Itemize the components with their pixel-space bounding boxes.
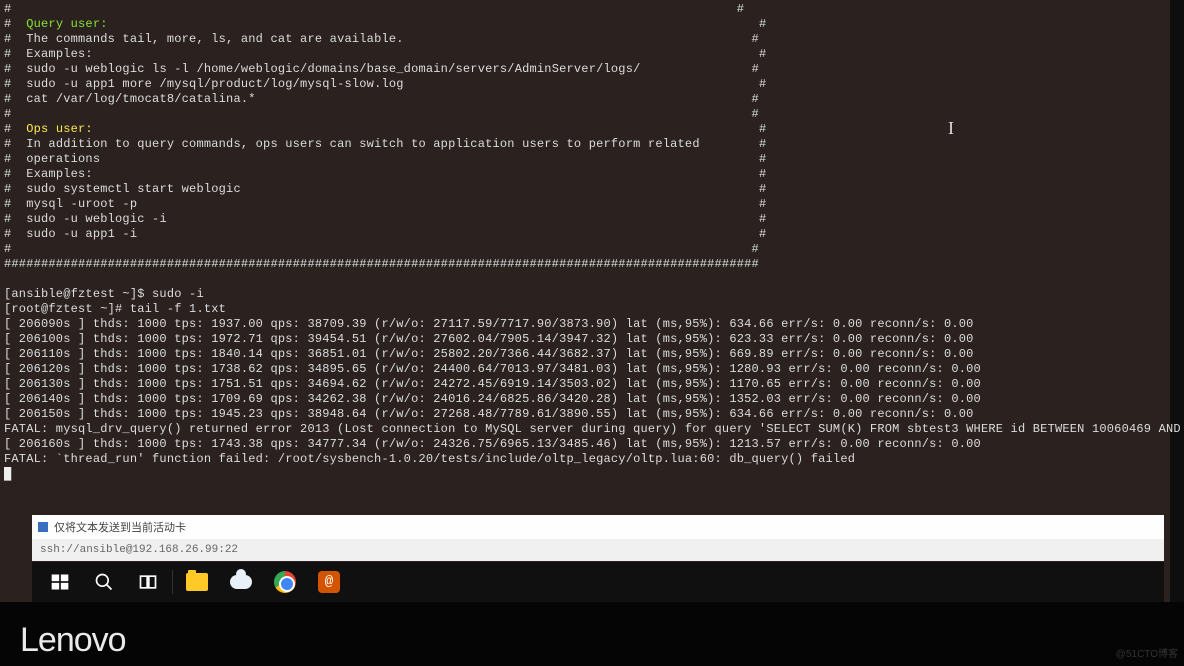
log-line: [ 206160s ] thds: 1000 tps: 1743.38 qps:… <box>4 437 981 451</box>
query-example-3: cat /var/log/tmocat8/catalina.* <box>26 92 255 106</box>
text-cursor-icon: I <box>948 118 954 139</box>
terminal-output[interactable]: # # # Query user: <box>0 0 1170 510</box>
ops-user-title: Ops user: <box>26 122 93 136</box>
log-line: [ 206130s ] thds: 1000 tps: 1751.51 qps:… <box>4 377 981 391</box>
examples-label-1: Examples: <box>26 47 93 61</box>
ssh-status-bar: ssh://ansible@192.168.26.99:22 <box>32 539 1164 561</box>
ops-example-4: sudo -u app1 -i <box>26 227 137 241</box>
screen-area: # # # Query user: <box>0 0 1170 602</box>
search-icon <box>94 572 114 592</box>
ops-desc-1: In addition to query commands, ops users… <box>26 137 700 151</box>
cloud-icon <box>230 575 252 589</box>
monitor-bezel: Lenovo <box>0 602 1184 666</box>
query-user-title: Query user: <box>26 17 107 31</box>
task-view-button[interactable] <box>126 562 170 602</box>
windows-icon <box>50 572 70 592</box>
log-line: [ 206100s ] thds: 1000 tps: 1972.71 qps:… <box>4 332 974 346</box>
log-line-fatal: FATAL: mysql_drv_query() returned error … <box>4 422 1184 436</box>
hash-rule: ########################################… <box>4 257 759 271</box>
log-line: [ 206150s ] thds: 1000 tps: 1945.23 qps:… <box>4 407 974 421</box>
cmd-tail: tail -f 1.txt <box>130 302 226 316</box>
watermark-text: @51CTO博客 <box>1116 645 1178 660</box>
ops-example-1: sudo systemctl start weblogic <box>26 182 241 196</box>
log-line: [ 206120s ] thds: 1000 tps: 1738.62 qps:… <box>4 362 981 376</box>
file-explorer-button[interactable] <box>175 562 219 602</box>
log-line: [ 206140s ] thds: 1000 tps: 1709.69 qps:… <box>4 392 981 406</box>
xshell-button[interactable]: @ <box>307 562 351 602</box>
ssh-address: ssh://ansible@192.168.26.99:22 <box>40 544 238 556</box>
ops-example-3: sudo -u weblogic -i <box>26 212 167 226</box>
chrome-icon <box>274 571 296 593</box>
chrome-button[interactable] <box>263 562 307 602</box>
snail-icon: @ <box>318 571 340 593</box>
query-example-2: sudo -u app1 more /mysql/product/log/mys… <box>26 77 403 91</box>
search-button[interactable] <box>82 562 126 602</box>
tab-indicator-icon <box>38 522 48 532</box>
taskbar-separator <box>172 570 173 594</box>
tab-label: 仅将文本发送到当前活动卡 <box>54 519 186 535</box>
log-line: [ 206110s ] thds: 1000 tps: 1840.14 qps:… <box>4 347 974 361</box>
prompt-root: [root@fztest ~]# <box>4 302 130 316</box>
start-button[interactable] <box>38 562 82 602</box>
cloud-app-button[interactable] <box>219 562 263 602</box>
session-tab-bar[interactable]: 仅将文本发送到当前活动卡 <box>32 515 1164 539</box>
monitor-frame: # # # Query user: <box>0 0 1184 666</box>
log-line: [ 206090s ] thds: 1000 tps: 1937.00 qps:… <box>4 317 974 331</box>
cmd-sudo: sudo -i <box>152 287 204 301</box>
windows-taskbar[interactable]: @ <box>32 562 1164 602</box>
prompt-ansible: [ansible@fztest ~]$ <box>4 287 152 301</box>
log-line-fatal: FATAL: `thread_run' function failed: /ro… <box>4 452 855 466</box>
query-example-1: sudo -u weblogic ls -l /home/weblogic/do… <box>26 62 640 76</box>
folder-icon <box>186 573 208 591</box>
brand-logo: Lenovo <box>20 621 126 660</box>
ops-example-2: mysql -uroot -p <box>26 197 137 211</box>
examples-label-2: Examples: <box>26 167 93 181</box>
query-user-desc: The commands tail, more, ls, and cat are… <box>26 32 403 46</box>
task-view-icon <box>138 572 158 592</box>
ops-desc-2: operations <box>26 152 100 166</box>
